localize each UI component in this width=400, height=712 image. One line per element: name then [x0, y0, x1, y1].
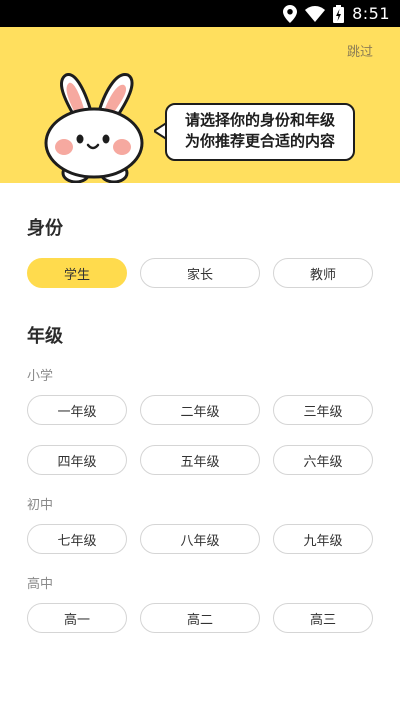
status-bar: 8:51: [0, 0, 400, 27]
wifi-icon: [305, 5, 326, 22]
bubble-line-1: 请选择你的身份和年级: [184, 111, 335, 129]
identity-title: 身份: [27, 218, 63, 239]
identity-option-student[interactable]: 学生: [27, 258, 127, 288]
grade-option-3[interactable]: 三年级: [273, 395, 373, 425]
identity-option-teacher[interactable]: 教师: [273, 258, 373, 288]
status-time: 8:51: [352, 4, 390, 23]
grade-title: 年级: [27, 326, 63, 347]
grade-option-7[interactable]: 七年级: [27, 524, 127, 554]
skip-button[interactable]: 跳过: [347, 41, 373, 60]
grade-option-high-3[interactable]: 高三: [273, 603, 373, 633]
grade-option-high-2[interactable]: 高二: [140, 603, 260, 633]
bubble-line-2: 为你推荐更合适的内容: [184, 132, 335, 150]
grade-option-4[interactable]: 四年级: [27, 445, 127, 475]
grade-option-5[interactable]: 五年级: [140, 445, 260, 475]
grade-group-primary-label: 小学: [27, 369, 54, 384]
grade-option-2[interactable]: 二年级: [140, 395, 260, 425]
header-banner: 跳过 请选择你的身份和年级 为你推荐更合适的内容: [0, 27, 400, 183]
grade-group-middle-label: 初中: [27, 498, 54, 513]
grade-option-9[interactable]: 九年级: [273, 524, 373, 554]
grade-option-8[interactable]: 八年级: [140, 524, 260, 554]
grade-group-high-label: 高中: [27, 577, 54, 592]
bunny-mascot-icon: [44, 73, 144, 183]
location-icon: [283, 4, 298, 23]
grade-option-high-1[interactable]: 高一: [27, 603, 127, 633]
speech-bubble: 请选择你的身份和年级 为你推荐更合适的内容: [165, 103, 355, 161]
grade-option-1[interactable]: 一年级: [27, 395, 127, 425]
battery-charging-icon: [333, 4, 345, 23]
identity-option-parent[interactable]: 家长: [140, 258, 260, 288]
grade-option-6[interactable]: 六年级: [273, 445, 373, 475]
